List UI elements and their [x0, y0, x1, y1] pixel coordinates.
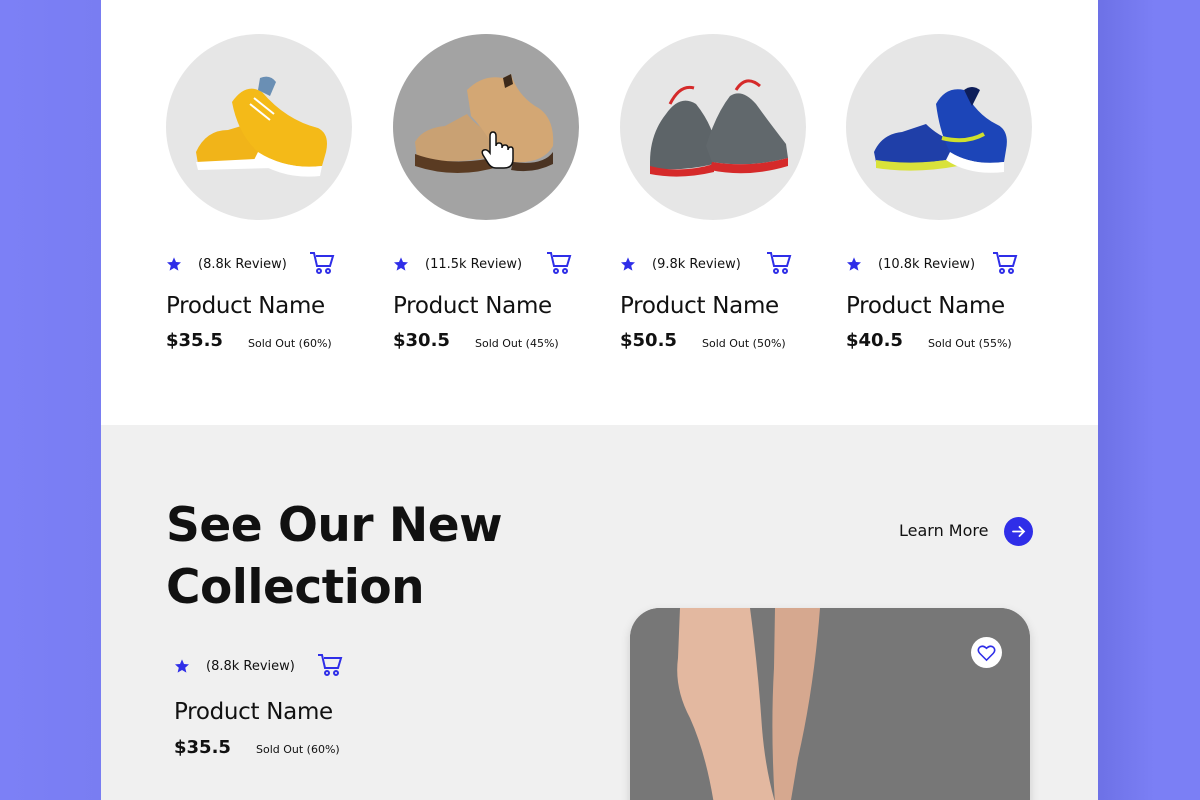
review-count: (10.8k Review) — [878, 257, 976, 272]
featured-product-card[interactable]: (8.8k Review) Product Name $35.5 Sold Ou… — [174, 652, 364, 782]
product-image-blue-sneakers[interactable] — [846, 34, 1032, 220]
star-icon — [167, 257, 181, 271]
product-name[interactable]: Product Name — [846, 293, 1005, 319]
cart-icon[interactable] — [546, 250, 572, 276]
product-card[interactable]: (11.5k Review) Product Name $30.5 Sold O… — [393, 0, 583, 360]
product-image-yellow-sneakers[interactable] — [166, 34, 352, 220]
product-card[interactable]: (8.8k Review) Product Name $35.5 Sold Ou… — [166, 0, 356, 360]
star-icon — [175, 659, 189, 673]
product-grid: (8.8k Review) Product Name $35.5 Sold Ou… — [101, 0, 1098, 425]
section-title: See Our New Collection — [166, 495, 503, 619]
cart-icon[interactable] — [309, 250, 335, 276]
model-legs-image — [630, 608, 1030, 800]
cart-icon[interactable] — [766, 250, 792, 276]
rating-row: (8.8k Review) — [166, 250, 356, 280]
learn-more-button[interactable] — [1004, 517, 1033, 546]
star-icon — [621, 257, 635, 271]
product-price: $30.5 — [393, 330, 450, 351]
rating-row: (11.5k Review) — [393, 250, 583, 280]
review-count: (8.8k Review) — [206, 659, 295, 674]
product-name[interactable]: Product Name — [166, 293, 325, 319]
product-image-brown-boots[interactable] — [393, 34, 579, 220]
sold-out-status: Sold Out (60%) — [256, 743, 340, 756]
background-right — [1098, 0, 1200, 800]
rating-row: (8.8k Review) — [174, 652, 364, 682]
product-name[interactable]: Product Name — [620, 293, 779, 319]
sold-out-status: Sold Out (50%) — [702, 337, 786, 350]
product-price: $35.5 — [174, 737, 231, 758]
rating-row: (10.8k Review) — [846, 250, 1036, 280]
favorite-button[interactable] — [971, 637, 1002, 668]
sold-out-status: Sold Out (55%) — [928, 337, 1012, 350]
cart-icon[interactable] — [992, 250, 1018, 276]
product-card[interactable]: (10.8k Review) Product Name $40.5 Sold O… — [846, 0, 1036, 360]
rating-row: (9.8k Review) — [620, 250, 810, 280]
arrow-right-icon — [1012, 526, 1026, 537]
hand-pointer-icon — [481, 131, 514, 169]
review-count: (9.8k Review) — [652, 257, 741, 272]
product-image-grey-red-sneakers[interactable] — [620, 34, 806, 220]
new-collection-section: See Our New Collection Learn More (8.8k … — [101, 425, 1098, 800]
product-price: $40.5 — [846, 330, 903, 351]
heart-icon — [977, 645, 996, 662]
product-price: $35.5 — [166, 330, 223, 351]
section-title-line1: See Our New — [166, 498, 503, 553]
section-title-line2: Collection — [166, 560, 425, 615]
product-card[interactable]: (9.8k Review) Product Name $50.5 Sold Ou… — [620, 0, 810, 360]
product-price: $50.5 — [620, 330, 677, 351]
review-count: (11.5k Review) — [425, 257, 523, 272]
review-count: (8.8k Review) — [198, 257, 287, 272]
star-icon — [847, 257, 861, 271]
product-name[interactable]: Product Name — [174, 699, 333, 725]
star-icon — [394, 257, 408, 271]
page: (8.8k Review) Product Name $35.5 Sold Ou… — [101, 0, 1098, 800]
learn-more-link[interactable]: Learn More — [899, 521, 988, 540]
background-left — [0, 0, 101, 800]
sold-out-status: Sold Out (45%) — [475, 337, 559, 350]
collection-showcase-image[interactable] — [630, 608, 1030, 800]
cart-icon[interactable] — [317, 652, 343, 678]
product-name[interactable]: Product Name — [393, 293, 552, 319]
sold-out-status: Sold Out (60%) — [248, 337, 332, 350]
